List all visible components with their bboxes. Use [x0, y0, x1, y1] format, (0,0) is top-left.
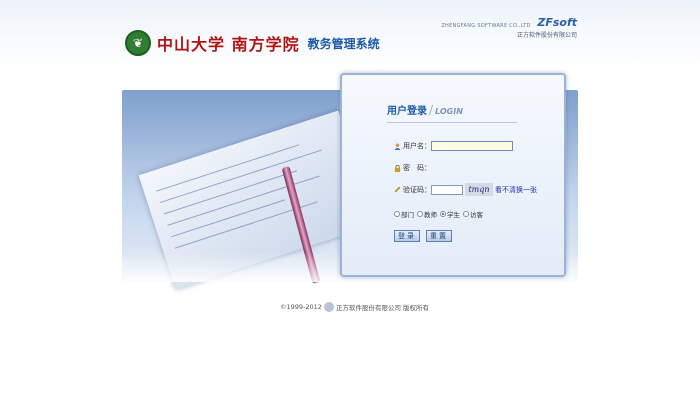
login-title-en: LOGIN — [435, 107, 463, 116]
footer: ©1999-2012 正方软件股份有限公司 版权所有 — [280, 302, 429, 312]
password-row: 密 码： — [394, 163, 431, 173]
pencil-icon — [394, 186, 401, 193]
role-option[interactable]: 访客 — [463, 209, 483, 219]
university-name: 中山大学 南方学院 — [157, 35, 300, 54]
role-option[interactable]: 部门 — [394, 209, 414, 219]
username-input[interactable] — [431, 141, 513, 151]
password-label: 密 码： — [403, 164, 431, 172]
role-option[interactable]: 教师 — [417, 209, 437, 219]
button-row: 登录 重置 — [394, 230, 458, 242]
captcha-image[interactable]: tmqn — [465, 183, 493, 196]
title-divider — [387, 122, 517, 123]
system-name: 教务管理系统 — [307, 36, 380, 51]
copyright-company: 正方软件股份有限公司 版权所有 — [335, 304, 430, 312]
vendor-name-cn: 正方软件股份有限公司 — [516, 32, 577, 39]
vendor-logo: ZFsoft — [537, 16, 577, 29]
role-radio[interactable] — [417, 211, 423, 217]
captcha-input[interactable] — [431, 184, 463, 195]
reset-button[interactable]: 重置 — [426, 230, 452, 242]
captcha-row: 验证码： tmqn 看不清换一张 — [394, 183, 537, 196]
login-button[interactable]: 登录 — [394, 230, 420, 242]
captcha-label: 验证码： — [403, 185, 431, 194]
login-title: 用户登录 / LOGIN — [387, 103, 463, 117]
role-option[interactable]: 学生 — [440, 209, 460, 219]
role-radio[interactable] — [463, 211, 469, 217]
refresh-captcha-link[interactable]: 看不清换一张 — [495, 185, 537, 195]
vendor-brand: ZHENGFANG SOFTWARE CO.,LTD ZFsoft 正方软件股份… — [441, 16, 577, 39]
lock-icon — [394, 164, 401, 172]
login-panel: 用户登录 / LOGIN 用户名： 密 码： 验证码： tmqn 看不清换一张 部门… — [340, 73, 566, 277]
username-label: 用户名： — [403, 142, 431, 150]
user-icon — [394, 142, 401, 150]
header-logo: ❦ 中山大学 南方学院 教务管理系统 — [125, 28, 380, 58]
login-title-cn: 用户登录 — [387, 106, 427, 117]
username-row: 用户名： — [394, 141, 513, 151]
role-selector: 部门 教师 学生 访客 — [394, 209, 486, 219]
university-emblem-icon: ❦ — [125, 30, 151, 56]
copyright-text: ©1999-2012 — [280, 303, 322, 311]
vendor-small-logo-icon — [323, 302, 334, 312]
vendor-name-en: ZHENGFANG SOFTWARE CO.,LTD — [441, 23, 531, 29]
role-radio[interactable] — [440, 211, 446, 217]
role-radio[interactable] — [394, 211, 400, 217]
